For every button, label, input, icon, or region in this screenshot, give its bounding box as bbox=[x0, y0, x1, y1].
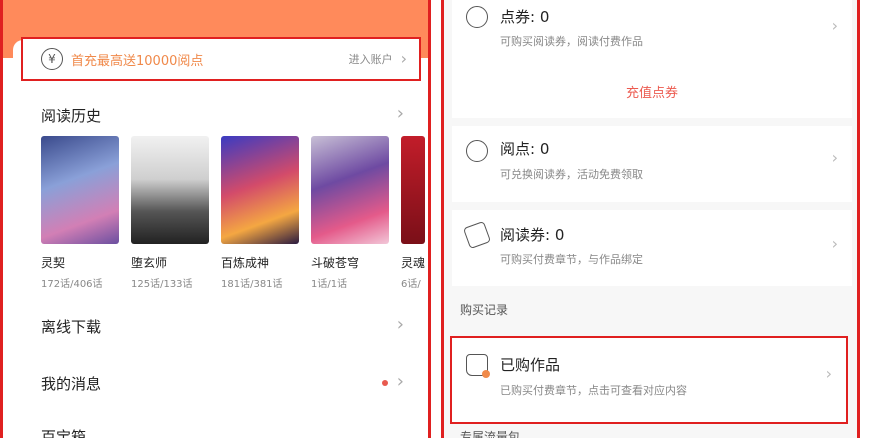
ticket-balance: 阅读券: 0 bbox=[500, 226, 565, 244]
ticket-desc: 可购买付费章节，与作品绑定 bbox=[500, 253, 643, 266]
history-book-list: 灵契 172话/406话 堕玄师 125话/133话 百炼成神 181话/381… bbox=[41, 136, 428, 290]
points-card[interactable]: 阅点: 0 可兑换阅读券，活动免费领取 › bbox=[452, 126, 852, 202]
purchased-works-title: 已购作品 bbox=[500, 356, 561, 374]
purchased-works-item[interactable]: 已购作品 已购买付费章节，点击可查看对应内容 › bbox=[450, 336, 848, 424]
chevron-right-icon[interactable]: › bbox=[397, 103, 404, 124]
book-progress: 181话/381话 bbox=[221, 279, 283, 290]
list-item[interactable]: 灵魂 6话/ bbox=[401, 136, 428, 290]
book-title: 百炼成神 bbox=[221, 256, 270, 270]
reading-history-title[interactable]: 阅读历史 bbox=[41, 105, 101, 126]
list-item[interactable]: 堕玄师 125话/133话 bbox=[131, 136, 209, 290]
coupon-icon bbox=[466, 6, 488, 28]
account-panel: ¥ 首充最高送10000阅点 进入账户 › 阅读历史 › 灵契 172话/406… bbox=[0, 0, 431, 438]
ticket-card[interactable]: 阅读券: 0 可购买付费章节，与作品绑定 › bbox=[452, 210, 852, 286]
list-item[interactable]: 斗破苍穹 1话/1话 bbox=[311, 136, 389, 290]
coupon-desc: 可购买阅读券，阅读付费作品 bbox=[500, 35, 643, 48]
purchase-records-label: 购买记录 bbox=[460, 303, 509, 317]
chevron-right-icon[interactable]: › bbox=[397, 371, 404, 392]
data-package-label: 专属流量包 bbox=[460, 430, 521, 438]
book-progress: 6话/ bbox=[401, 279, 421, 290]
book-progress: 1话/1话 bbox=[311, 279, 348, 290]
coupon-balance: 点券: 0 bbox=[500, 8, 550, 26]
book-cover bbox=[131, 136, 209, 244]
book-progress: 125话/133话 bbox=[131, 279, 193, 290]
promo-text: 首充最高送10000阅点 bbox=[71, 53, 204, 69]
wallet-panel: 点券: 0 可购买阅读券，阅读付费作品 › 充值点券 阅点: 0 可兑换阅读券，… bbox=[441, 0, 860, 438]
book-title: 斗破苍穹 bbox=[311, 256, 360, 270]
first-recharge-promo[interactable]: ¥ 首充最高送10000阅点 进入账户 › bbox=[21, 37, 421, 81]
chevron-right-icon: › bbox=[831, 148, 838, 167]
yen-icon: ¥ bbox=[41, 48, 63, 70]
book-title: 堕玄师 bbox=[131, 256, 168, 270]
book-cover bbox=[221, 136, 299, 244]
points-balance: 阅点: 0 bbox=[500, 140, 550, 158]
coupon-card[interactable]: 点券: 0 可购买阅读券，阅读付费作品 › 充值点券 bbox=[452, 0, 852, 118]
chevron-right-icon: › bbox=[400, 49, 407, 68]
treasure-box-item[interactable]: 百宝箱 bbox=[41, 426, 86, 438]
chevron-right-icon: › bbox=[831, 234, 838, 253]
unread-dot bbox=[382, 380, 388, 386]
ticket-icon bbox=[462, 220, 492, 250]
my-messages-item[interactable]: 我的消息 bbox=[41, 373, 101, 394]
enter-account-link[interactable]: 进入账户 bbox=[349, 51, 393, 67]
shopping-bag-icon bbox=[466, 354, 490, 378]
chevron-right-icon[interactable]: › bbox=[397, 314, 404, 335]
points-desc: 可兑换阅读券，活动免费领取 bbox=[500, 168, 643, 181]
chevron-right-icon: › bbox=[825, 364, 832, 383]
purchased-works-desc: 已购买付费章节，点击可查看对应内容 bbox=[500, 384, 687, 397]
book-progress: 172话/406话 bbox=[41, 279, 103, 290]
book-title: 灵契 bbox=[41, 256, 66, 270]
recharge-coupon-button[interactable]: 充值点券 bbox=[452, 82, 852, 101]
book-title: 灵魂 bbox=[401, 256, 426, 270]
screen: ¥ 首充最高送10000阅点 进入账户 › 阅读历史 › 灵契 172话/406… bbox=[0, 0, 880, 438]
list-item[interactable]: 百炼成神 181话/381话 bbox=[221, 136, 299, 290]
chevron-right-icon: › bbox=[831, 16, 838, 35]
points-icon bbox=[466, 140, 488, 162]
book-cover bbox=[311, 136, 389, 244]
offline-download-item[interactable]: 离线下载 bbox=[41, 316, 101, 337]
book-cover bbox=[41, 136, 119, 244]
list-item[interactable]: 灵契 172话/406话 bbox=[41, 136, 119, 290]
book-cover bbox=[401, 136, 425, 244]
